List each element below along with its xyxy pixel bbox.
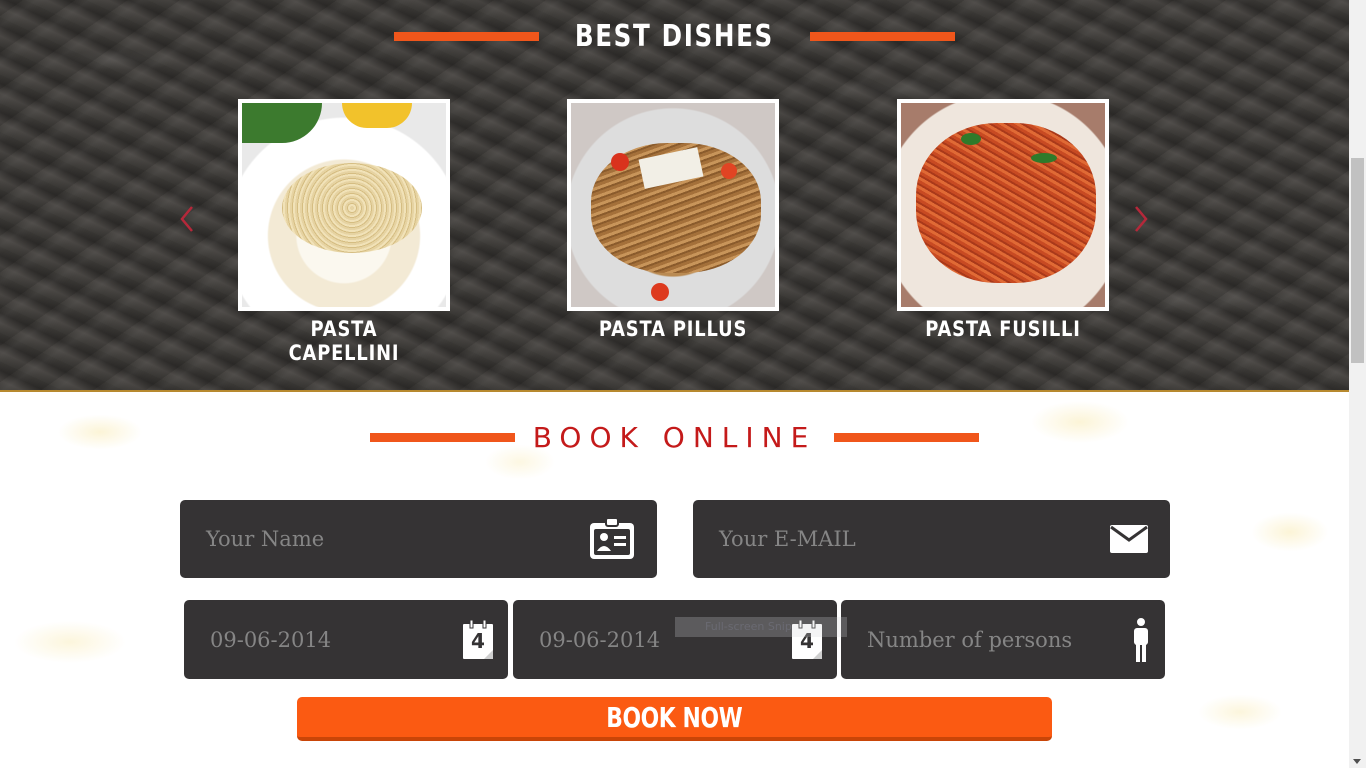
name-placeholder: Your Name	[206, 527, 325, 551]
heading-bar-left	[369, 432, 515, 442]
dish-name: PASTA PILLUS	[598, 317, 748, 341]
id-card-icon	[589, 517, 635, 561]
persons-input[interactable]: Number of persons	[841, 600, 1165, 679]
person-icon	[1131, 617, 1151, 662]
heading-bar-left	[394, 31, 540, 41]
email-placeholder: Your E-MAIL	[719, 527, 856, 551]
dish-photo-capellini[interactable]	[242, 103, 446, 307]
name-input[interactable]: Your Name	[180, 500, 657, 578]
calendar-icon: 4	[462, 619, 494, 660]
date-from-value: 09-06-2014	[210, 627, 332, 652]
dish-card-capellini[interactable]: PASTA CAPELLINI	[238, 99, 450, 365]
chevron-right-icon	[1135, 206, 1148, 232]
chevron-left-icon	[180, 206, 193, 232]
dish-card-pillus[interactable]: PASTA PILLUS	[567, 99, 779, 341]
persons-placeholder: Number of persons	[867, 627, 1073, 652]
envelope-icon	[1110, 525, 1148, 553]
dish-photo-pillus[interactable]	[571, 103, 775, 307]
snip-tooltip: Full-screen Snip	[675, 617, 847, 637]
scroll-down-arrow-icon[interactable]	[1353, 759, 1361, 764]
date-to-input[interactable]: 09-06-2014 4	[513, 600, 837, 679]
best-dishes-title: BEST DISHES	[574, 18, 775, 54]
heading-bar-right	[809, 31, 955, 41]
heading-bar-right	[834, 432, 980, 442]
page-scrollbar[interactable]	[1349, 0, 1366, 768]
carousel-prev-button[interactable]	[178, 204, 198, 234]
scrollbar-thumb[interactable]	[1351, 158, 1364, 363]
email-input[interactable]: Your E-MAIL	[693, 500, 1170, 578]
dish-frame	[897, 99, 1109, 311]
book-online-title: BOOK ONLINE	[532, 420, 817, 454]
dish-card-fusilli[interactable]: PASTA FUSILLI	[897, 99, 1109, 341]
dish-photo-fusilli[interactable]	[901, 103, 1105, 307]
dish-name: PASTA CAPELLINI	[288, 317, 400, 365]
date-from-input[interactable]: 09-06-2014 4	[184, 600, 508, 679]
dish-frame	[238, 99, 450, 311]
book-now-button[interactable]: BOOK NOW	[297, 697, 1052, 741]
dish-frame	[567, 99, 779, 311]
carousel-next-button[interactable]	[1132, 204, 1152, 234]
calendar-day: 4	[471, 628, 485, 653]
best-dishes-heading: BEST DISHES	[0, 17, 1349, 55]
book-now-label: BOOK NOW	[606, 701, 743, 734]
dish-name: PASTA FUSILLI	[925, 317, 1081, 341]
book-online-heading: BOOK ONLINE	[0, 418, 1349, 456]
